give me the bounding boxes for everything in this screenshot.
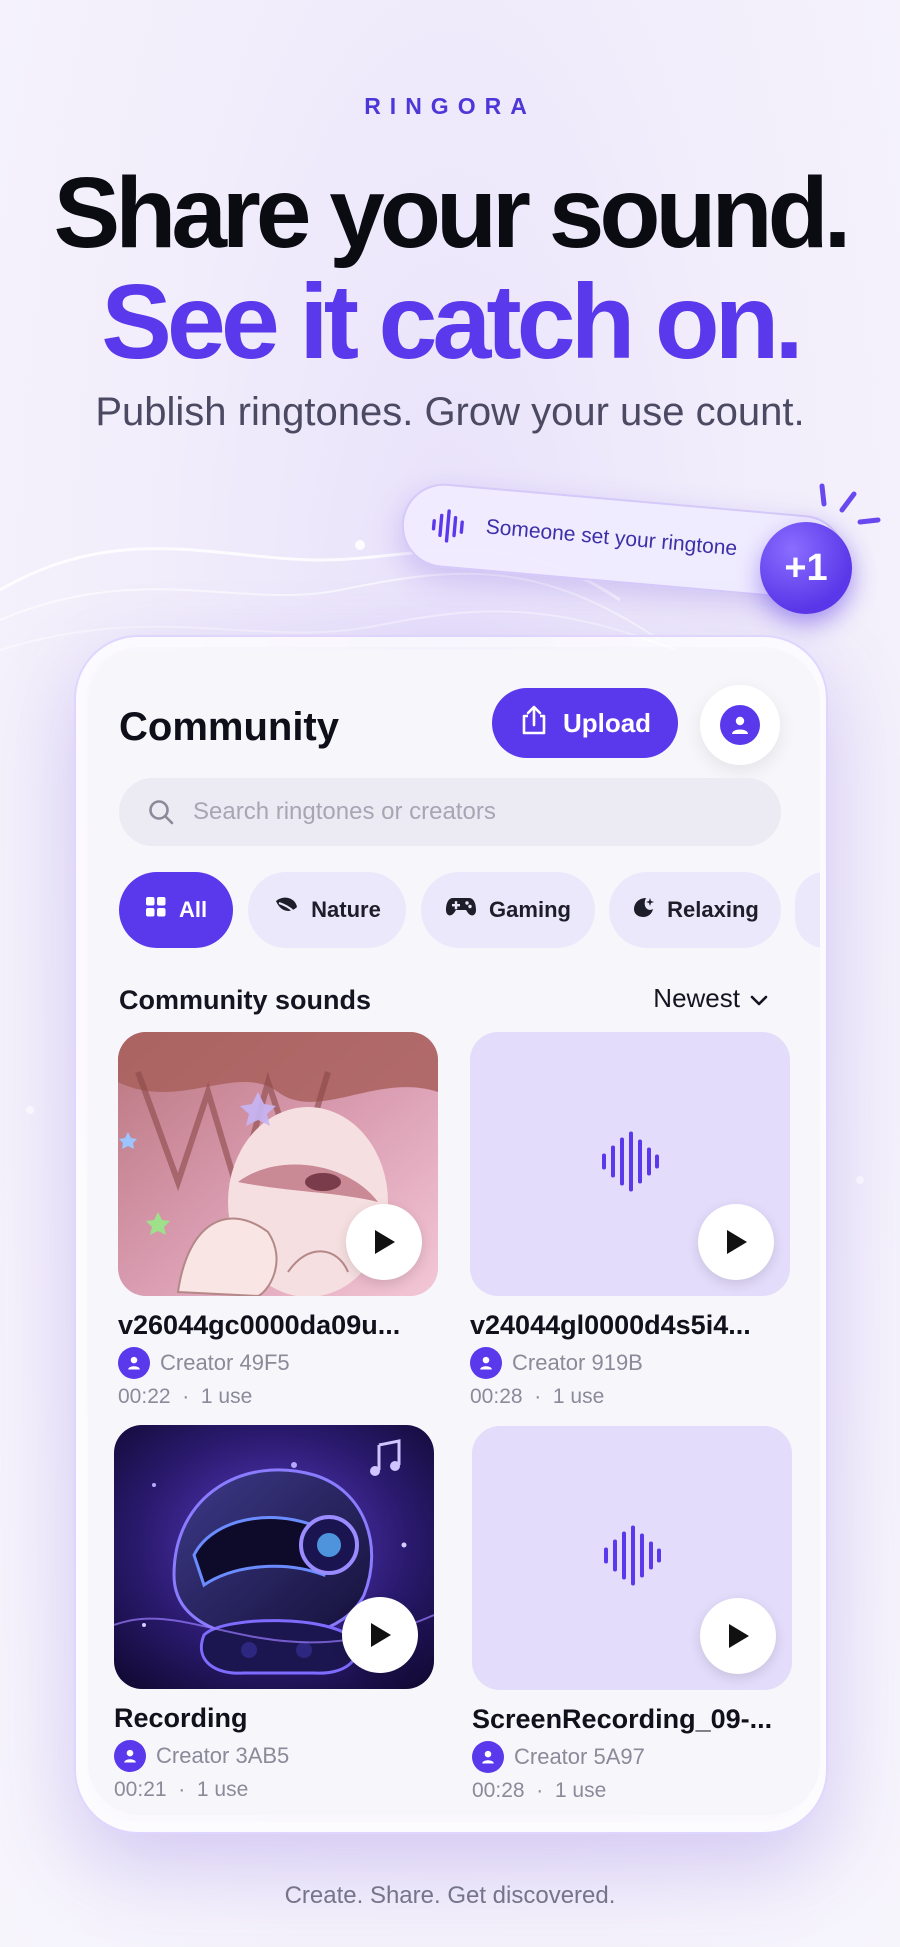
gamepad-icon bbox=[445, 896, 477, 924]
creator-name: Creator 49F5 bbox=[160, 1350, 290, 1375]
card-thumbnail-robot bbox=[114, 1425, 434, 1689]
chip-label: All bbox=[178, 897, 208, 922]
upload-button[interactable]: Upload bbox=[492, 688, 678, 758]
upload-icon bbox=[519, 704, 549, 743]
creator-name: Creator 3AB5 bbox=[156, 1743, 290, 1768]
meta-separator: · bbox=[534, 1385, 542, 1408]
upload-label: Upload bbox=[562, 707, 652, 738]
card-thumbnail-waveform bbox=[470, 1032, 790, 1296]
card-creator[interactable]: Creator 49F5 bbox=[118, 1347, 438, 1379]
search-bar[interactable] bbox=[119, 778, 781, 846]
card-thumbnail-waveform bbox=[472, 1426, 792, 1690]
sort-label: Newest bbox=[653, 983, 740, 1013]
play-icon bbox=[729, 1624, 749, 1648]
creator-avatar-icon bbox=[114, 1740, 146, 1772]
chip-label: Gaming bbox=[489, 897, 571, 922]
play-icon bbox=[375, 1230, 395, 1254]
play-button[interactable] bbox=[346, 1204, 422, 1280]
category-chips: All Nature Gaming Relaxing bbox=[119, 872, 820, 948]
chip-label: Nature bbox=[311, 897, 381, 922]
headline-line-1: Share your sound. bbox=[53, 157, 852, 269]
waveform-icon bbox=[598, 1130, 662, 1199]
chip-gaming[interactable]: Gaming bbox=[421, 872, 595, 948]
card-title: v26044gc0000da09u... bbox=[118, 1310, 401, 1340]
card-meta: 00:22 · 1 use bbox=[118, 1385, 438, 1409]
headline-line-2: See it catch on. bbox=[101, 263, 804, 381]
subheadline: Publish ringtones. Grow your use count. bbox=[95, 390, 805, 434]
card-creator[interactable]: Creator 919B bbox=[470, 1347, 790, 1379]
duration: 00:28 bbox=[470, 1385, 523, 1408]
chip-all[interactable]: All bbox=[119, 872, 233, 948]
meta-separator: · bbox=[536, 1779, 544, 1802]
creator-avatar-icon bbox=[118, 1347, 150, 1379]
sound-card[interactable]: Recording Creator 3AB5 00:21 · 1 use bbox=[114, 1425, 434, 1802]
card-meta: 00:28 · 1 use bbox=[470, 1385, 790, 1409]
chevron-down-icon bbox=[750, 983, 768, 1014]
chip-nature[interactable]: Nature bbox=[248, 872, 406, 948]
leaf-icon bbox=[273, 895, 299, 925]
waveform-icon bbox=[600, 1524, 664, 1593]
toast-text: Someone set your ringtone bbox=[484, 515, 739, 561]
use-count: 1 use bbox=[196, 1778, 249, 1801]
grid-icon bbox=[145, 896, 167, 924]
play-button[interactable] bbox=[342, 1597, 418, 1673]
chip-relaxing[interactable]: Relaxing bbox=[609, 872, 781, 948]
sort-dropdown[interactable]: Newest bbox=[653, 983, 768, 1014]
profile-button[interactable] bbox=[700, 685, 780, 765]
card-meta: 00:28 · 1 use bbox=[472, 1779, 792, 1803]
page-title: Community bbox=[119, 705, 339, 749]
play-button[interactable] bbox=[700, 1598, 776, 1674]
creator-name: Creator 5A97 bbox=[514, 1744, 645, 1769]
waveform-icon bbox=[428, 507, 471, 551]
card-title: v24044gl0000d4s5i4... bbox=[470, 1310, 751, 1340]
creator-name: Creator 919B bbox=[512, 1350, 643, 1375]
card-thumbnail-anime bbox=[118, 1032, 438, 1296]
play-icon bbox=[371, 1623, 391, 1647]
search-icon bbox=[147, 798, 175, 826]
duration: 00:28 bbox=[472, 1779, 525, 1802]
card-title: ScreenRecording_09-... bbox=[472, 1704, 773, 1734]
card-creator[interactable]: Creator 5A97 bbox=[472, 1741, 792, 1773]
sound-card[interactable]: v24044gl0000d4s5i4... Creator 919B 00:28… bbox=[470, 1032, 790, 1409]
card-creator[interactable]: Creator 3AB5 bbox=[114, 1740, 434, 1772]
play-icon bbox=[727, 1230, 747, 1254]
duration: 00:22 bbox=[118, 1385, 171, 1408]
footer-tagline: Create. Share. Get discovered. bbox=[284, 1882, 616, 1909]
chip-label: Relaxing bbox=[667, 897, 759, 922]
creator-avatar-icon bbox=[470, 1347, 502, 1379]
play-button[interactable] bbox=[698, 1204, 774, 1280]
plus-one-badge: +1 bbox=[760, 522, 852, 614]
section-title: Community sounds bbox=[119, 985, 372, 1015]
moon-icon bbox=[631, 895, 655, 925]
app-screen: Community Upload Search ringtones or cre… bbox=[88, 650, 820, 1815]
creator-avatar-icon bbox=[472, 1741, 504, 1773]
user-icon bbox=[720, 705, 760, 745]
search-input[interactable] bbox=[191, 797, 755, 827]
card-meta: 00:21 · 1 use bbox=[114, 1778, 434, 1802]
use-count: 1 use bbox=[200, 1385, 253, 1408]
sound-card[interactable]: ScreenRecording_09-... Creator 5A97 00:2… bbox=[472, 1426, 792, 1803]
chip-more-partial[interactable] bbox=[795, 872, 820, 948]
use-count: 1 use bbox=[552, 1385, 605, 1408]
duration: 00:21 bbox=[114, 1778, 167, 1801]
brand-name: RINGORA bbox=[364, 93, 536, 119]
use-count: 1 use bbox=[554, 1779, 607, 1802]
meta-separator: · bbox=[178, 1778, 186, 1801]
meta-separator: · bbox=[182, 1385, 190, 1408]
card-title: Recording bbox=[114, 1703, 248, 1733]
sound-card[interactable]: v26044gc0000da09u... Creator 49F5 00:22 … bbox=[118, 1032, 438, 1409]
